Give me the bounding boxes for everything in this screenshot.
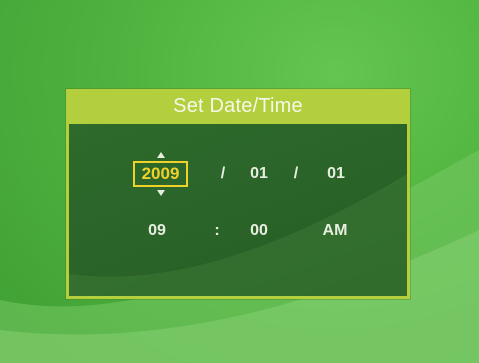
hour-field[interactable]: 09 [142, 222, 172, 240]
date-separator: / [293, 165, 299, 182]
month-field[interactable]: 01 [244, 165, 274, 183]
time-separator: : [214, 222, 220, 239]
dialog-title: Set Date/Time [173, 95, 303, 117]
dialog-body: 2009 / 01 / 01 09 : 00 AM [69, 124, 407, 296]
day-field[interactable]: 01 [321, 165, 351, 183]
body-sheen [69, 174, 407, 296]
set-date-time-dialog: Set Date/Time 2009 / 01 / 01 09 : 00 AM [66, 89, 410, 299]
ampm-field[interactable]: AM [317, 222, 353, 240]
screen-background: Set Date/Time 2009 / 01 / 01 09 : 00 AM [0, 0, 479, 363]
year-field[interactable]: 2009 [133, 161, 188, 187]
date-separator: / [220, 165, 226, 182]
triangle-down-icon[interactable] [157, 190, 165, 196]
minute-field[interactable]: 00 [244, 222, 274, 240]
triangle-up-icon[interactable] [157, 152, 165, 158]
